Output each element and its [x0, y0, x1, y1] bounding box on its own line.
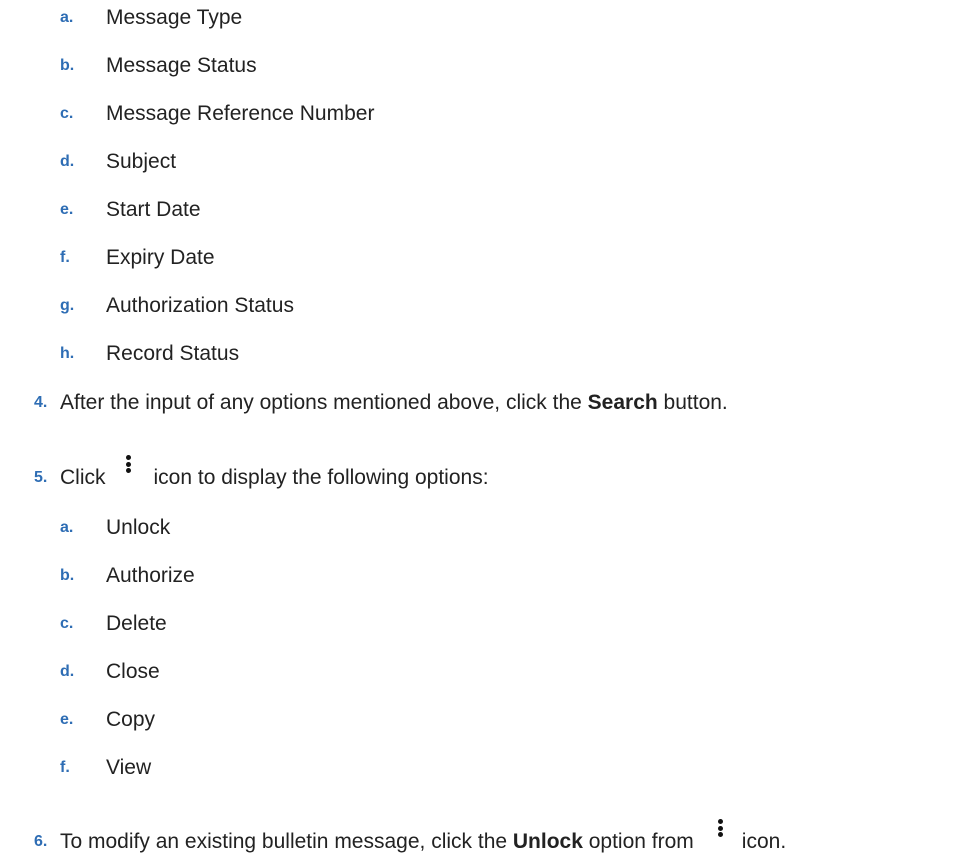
step-5-text-before: Click	[60, 466, 106, 489]
action-option-item: e. Copy	[60, 706, 155, 734]
action-option-item: d. Close	[60, 658, 160, 686]
step-4-text-before: After the input of any options mentioned…	[60, 391, 588, 414]
search-field-label: Subject	[106, 150, 177, 173]
search-field-item: h. Record Status	[60, 340, 239, 368]
search-field-item: f. Expiry Date	[60, 244, 215, 272]
step-4-text: After the input of any options mentioned…	[60, 391, 728, 415]
search-field-item: a. Message Type	[60, 4, 242, 32]
search-field-label: Expiry Date	[106, 246, 215, 269]
step-6: 6. To modify an existing bulletin messag…	[34, 819, 787, 856]
list-marker: e.	[60, 711, 74, 728]
list-marker: d.	[60, 153, 75, 170]
search-button-reference: Search	[587, 391, 658, 414]
step-number: 5.	[34, 469, 48, 486]
step-number: 6.	[34, 833, 48, 850]
kebab-menu-icon	[716, 819, 726, 837]
action-option-item: b. Authorize	[60, 562, 195, 590]
search-field-item: b. Message Status	[60, 52, 257, 80]
list-marker: f.	[60, 759, 70, 776]
search-field-item: e. Start Date	[60, 196, 201, 224]
list-marker: e.	[60, 201, 74, 218]
list-marker: b.	[60, 57, 75, 74]
action-option-label: View	[106, 756, 152, 779]
action-option-label: Authorize	[106, 564, 195, 587]
action-option-item: c. Delete	[60, 610, 167, 638]
action-option-label: Unlock	[106, 516, 171, 539]
search-field-label: Authorization Status	[106, 294, 294, 317]
search-field-label: Start Date	[106, 198, 201, 221]
step-6-text: To modify an existing bulletin message, …	[60, 830, 694, 854]
list-marker: d.	[60, 663, 75, 680]
search-field-item: d. Subject	[60, 148, 176, 176]
list-marker: a.	[60, 519, 74, 536]
step-5-text-after: icon to display the following options:	[153, 466, 489, 489]
action-option-label: Copy	[106, 708, 156, 731]
action-option-label: Close	[106, 660, 160, 683]
step-6-text-before: To modify an existing bulletin message, …	[60, 830, 513, 853]
document-page: a. Message Type b. Message Status c. Mes…	[0, 0, 979, 863]
search-field-label: Record Status	[106, 342, 240, 365]
list-marker: f.	[60, 249, 70, 266]
list-marker: c.	[60, 615, 74, 632]
action-option-item: f. View	[60, 754, 151, 782]
step-4: 4. After the input of any options mentio…	[34, 389, 728, 417]
step-5: 5. Click icon to display the following o…	[34, 455, 489, 492]
search-field-label: Message Reference Number	[106, 102, 375, 125]
action-option-item: a. Unlock	[60, 514, 170, 542]
step-6-text-middle: option from	[582, 830, 694, 853]
unlock-option-reference: Unlock	[512, 830, 583, 853]
step-6-text-after: icon.	[741, 830, 787, 853]
action-option-label: Delete	[106, 612, 167, 635]
step-4-text-after: button.	[657, 391, 728, 414]
list-marker: g.	[60, 297, 75, 314]
search-field-item: g. Authorization Status	[60, 292, 294, 320]
list-marker: b.	[60, 567, 75, 584]
list-marker: h.	[60, 345, 75, 362]
list-marker: a.	[60, 9, 74, 26]
step-number: 4.	[34, 394, 48, 411]
search-field-label: Message Type	[106, 6, 243, 29]
search-field-item: c. Message Reference Number	[60, 100, 374, 128]
search-field-label: Message Status	[106, 54, 257, 77]
list-marker: c.	[60, 105, 74, 122]
kebab-menu-icon	[124, 455, 134, 473]
